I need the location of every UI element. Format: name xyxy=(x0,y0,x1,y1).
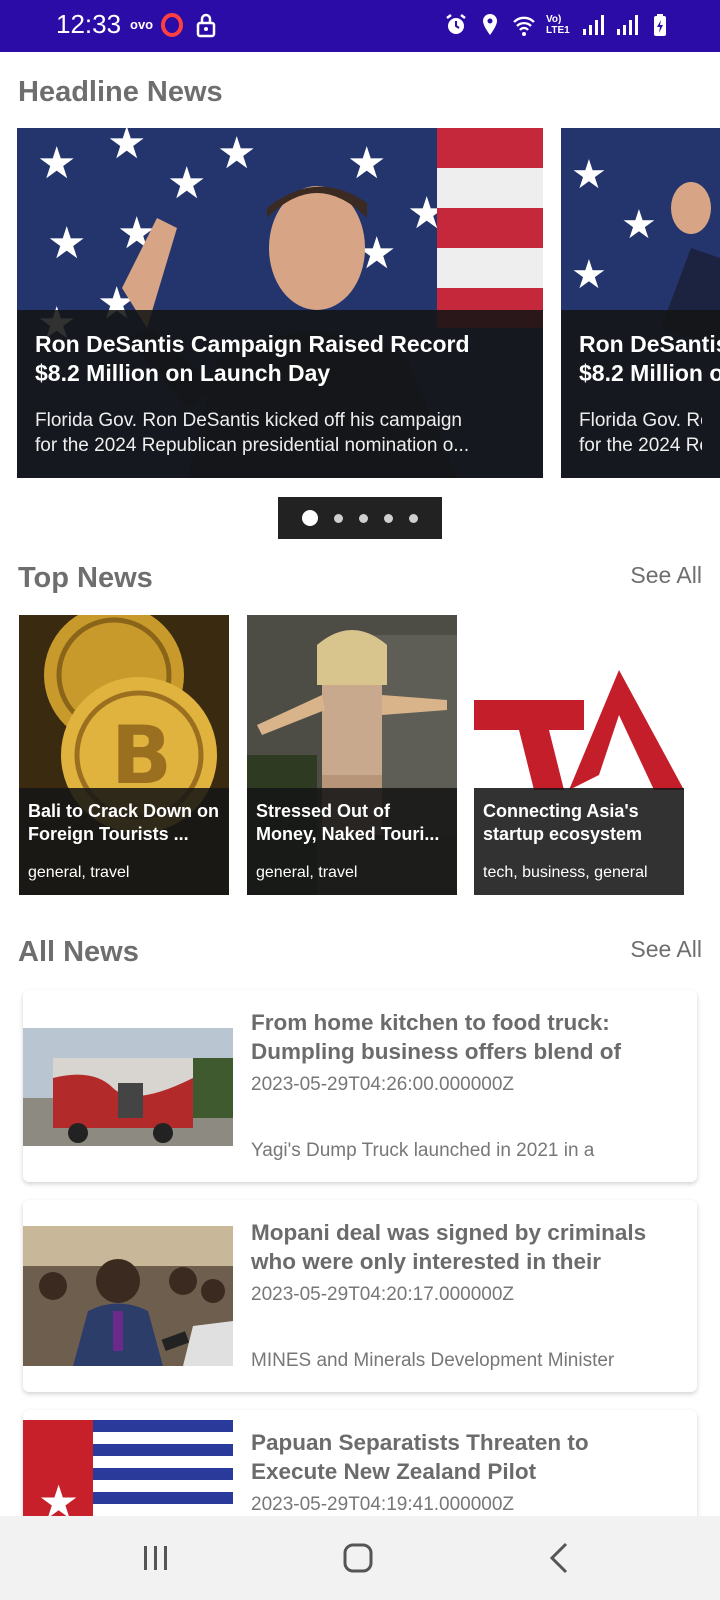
news-description: MINES and Minerals Development Minister xyxy=(251,1350,615,1371)
page-dot[interactable] xyxy=(334,513,343,523)
battery-icon xyxy=(654,14,666,36)
status-time: 12:33 xyxy=(56,9,122,39)
news-thumbnail: ★ xyxy=(23,1420,233,1530)
top-news-card[interactable]: Stressed Out of Money, Naked Touri... ge… xyxy=(247,615,457,895)
page-dot[interactable] xyxy=(302,510,318,526)
svg-text:★: ★ xyxy=(347,139,386,188)
svg-text:★: ★ xyxy=(217,129,256,178)
news-title: Papuan Separatists Threaten to Execute N… xyxy=(251,1430,589,1484)
news-thumbnail xyxy=(23,1226,233,1366)
news-description: Yagi's Dump Truck launched in 2021 in a xyxy=(251,1140,595,1161)
top-news-tags: general, travel xyxy=(256,864,358,881)
top-news-see-all-link[interactable]: See All xyxy=(630,562,702,589)
news-date: 2023-05-29T04:20:17.000000Z xyxy=(251,1284,515,1305)
top-news-card[interactable]: B Bali to Crack Down on Foreign Tourists… xyxy=(19,615,229,895)
alarm-icon xyxy=(446,14,466,34)
top-news-section-title: Top News xyxy=(18,562,153,594)
headline-desc-line2: for the 2024 Republican presidential nom… xyxy=(35,435,470,456)
carrier-label: ovo xyxy=(130,17,154,32)
news-title: From home kitchen to food truck: Dumplin… xyxy=(251,1010,622,1064)
signal-icon xyxy=(583,15,604,35)
svg-text:★: ★ xyxy=(37,139,76,188)
status-bar: 12:33 ovo Vo) LTE1 xyxy=(0,0,720,52)
headline-title-line1: Ron DeSantis Campaign Raised Record xyxy=(35,331,470,357)
top-news-overlay: Stressed Out of Money, Naked Touri... ge… xyxy=(247,788,457,895)
page-dot[interactable] xyxy=(359,513,368,523)
signal-icon-2 xyxy=(617,15,638,35)
top-news-title: Connecting Asia's startup ecosystem xyxy=(483,801,643,844)
news-list-item[interactable]: Mopani deal was signed by criminals who … xyxy=(23,1200,697,1392)
top-news-overlay: Connecting Asia's startup ecosystem tech… xyxy=(474,788,684,895)
svg-text:★: ★ xyxy=(47,219,86,268)
top-news-overlay: Bali to Crack Down on Foreign Tourists .… xyxy=(19,788,229,895)
headline-card[interactable]: ★★★★★★★★★★★★ Ron DeSantis Campaign Raise… xyxy=(17,128,543,478)
location-icon xyxy=(483,14,497,35)
headline-overlay: Ron DeSantis Campaign Raised Record $8.2… xyxy=(17,310,543,478)
back-icon[interactable] xyxy=(540,1538,580,1578)
home-icon[interactable] xyxy=(338,1538,378,1578)
svg-text:★: ★ xyxy=(107,128,146,168)
top-news-title: Bali to Crack Down on Foreign Tourists .… xyxy=(28,801,220,844)
carousel-page-indicator[interactable] xyxy=(278,497,442,539)
page-dot[interactable] xyxy=(409,513,418,523)
headline-next-desc-line2: for the 2024 Re xyxy=(579,435,702,456)
headline-card-next[interactable]: ★ ★ ★ Ron DeSantis $8.2 Million o Florida … xyxy=(561,128,720,478)
top-news-card[interactable]: Connecting Asia's startup ecosystem tech… xyxy=(474,615,684,895)
headline-title-line2: $8.2 Million on Launch Day xyxy=(35,360,331,386)
all-news-see-all-link[interactable]: See All xyxy=(630,936,702,963)
svg-text:★: ★ xyxy=(167,159,206,208)
headline-next-title-line2: $8.2 Million o xyxy=(579,360,720,386)
news-date: 2023-05-29T04:26:00.000000Z xyxy=(251,1074,515,1095)
recents-icon[interactable] xyxy=(136,1538,176,1578)
headline-next-title-line1: Ron DeSantis xyxy=(579,331,720,357)
news-title: Mopani deal was signed by criminals who … xyxy=(251,1220,647,1274)
news-date: 2023-05-29T04:19:41.000000Z xyxy=(251,1494,515,1515)
svg-text:★: ★ xyxy=(571,153,607,197)
news-thumbnail xyxy=(23,1028,233,1146)
top-news-title: Stressed Out of Money, Naked Touri... xyxy=(256,801,440,844)
headline-desc-line1: Florida Gov. Ron DeSantis kicked off his… xyxy=(35,410,462,431)
headline-section-title: Headline News xyxy=(18,76,223,108)
opera-icon xyxy=(161,13,183,37)
lock-icon xyxy=(196,13,216,38)
wifi-icon xyxy=(513,16,535,36)
headline-overlay-next: Ron DeSantis $8.2 Million o Florida Gov.… xyxy=(561,310,720,478)
volte-icon: Vo) LTE1 xyxy=(546,14,570,36)
all-news-section-title: All News xyxy=(18,936,139,968)
svg-text:★: ★ xyxy=(571,253,607,297)
top-news-tags: tech, business, general xyxy=(483,864,648,881)
page-dot[interactable] xyxy=(384,513,393,523)
news-list-item[interactable]: From home kitchen to food truck: Dumplin… xyxy=(23,990,697,1182)
top-news-tags: general, travel xyxy=(28,864,130,881)
system-nav-bar xyxy=(0,1516,720,1600)
svg-text:★: ★ xyxy=(621,203,657,247)
headline-next-desc-line1: Florida Gov. Ro xyxy=(579,410,702,431)
